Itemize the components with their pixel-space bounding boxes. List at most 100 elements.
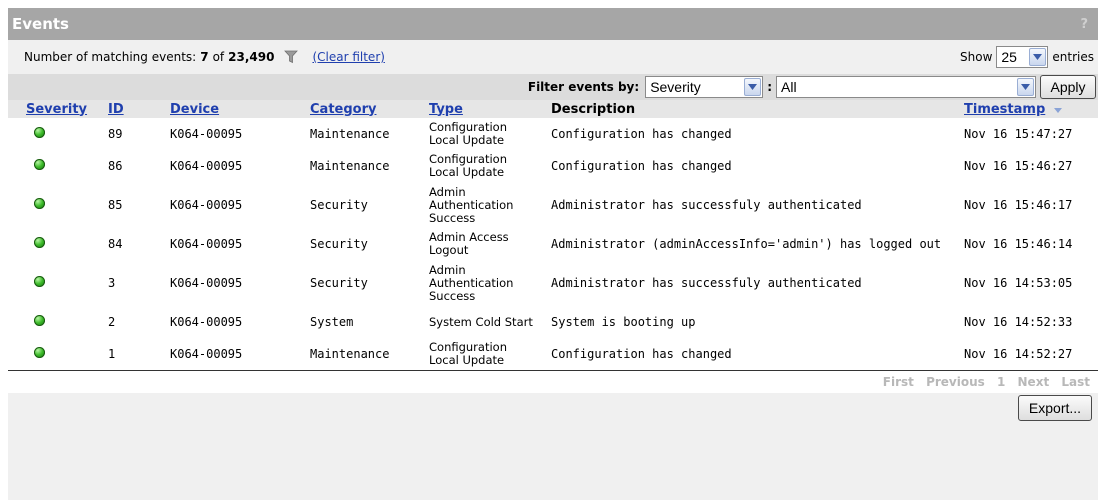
severity-cell (8, 306, 108, 338)
severity-cell (8, 338, 108, 370)
type-cell: Configuration Local Update (429, 338, 551, 370)
description-cell: Configuration has changed (551, 159, 732, 173)
id-cell: 2 (108, 315, 116, 329)
filter-row: Filter events by: Severity : All Apply (8, 74, 1098, 100)
id-cell: 86 (108, 159, 123, 173)
column-header-type[interactable]: Type (429, 100, 551, 118)
severity-cell (8, 228, 108, 260)
events-panel: Events ? Number of matching events: 7 of… (8, 8, 1098, 500)
filter-label: Filter events by: (527, 80, 640, 94)
description-cell: System is booting up (551, 315, 696, 329)
chevron-down-icon[interactable] (1029, 48, 1047, 66)
pager-previous[interactable]: Previous (926, 375, 985, 389)
type-cell: Configuration Local Update (429, 150, 551, 182)
device-cell: K064-00095 (170, 159, 243, 173)
column-header-id[interactable]: ID (108, 100, 170, 118)
matching-of: of (212, 50, 225, 64)
id-cell: 3 (108, 276, 116, 290)
severity-ok-icon (34, 276, 45, 287)
device-cell: K064-00095 (170, 198, 243, 212)
severity-ok-icon (34, 315, 45, 326)
type-text: Configuration Local Update (429, 340, 507, 367)
type-cell: Admin Access Logout (429, 228, 551, 260)
timestamp-cell: Nov 16 15:46:27 (964, 159, 1073, 173)
table-row[interactable]: 89 K064-00095 Maintenance Configuration Loc… (8, 118, 1098, 150)
chevron-down-icon[interactable] (744, 78, 762, 96)
severity-cell (8, 260, 108, 306)
pagination: First Previous 1 Next Last (8, 371, 1098, 393)
pager-first[interactable]: First (883, 375, 914, 389)
filter-colon: : (767, 80, 772, 94)
type-cell: Configuration Local Update (429, 118, 551, 150)
id-cell: 84 (108, 237, 123, 251)
device-cell: K064-00095 (170, 276, 243, 290)
category-cell: Security (310, 198, 368, 212)
table-row[interactable]: 3 K064-00095 Security Admin Authentication … (8, 260, 1098, 306)
column-header-severity[interactable]: Severity (8, 100, 108, 118)
table-header-row: Severity ID Device Category Type Descrip… (8, 100, 1098, 118)
severity-ok-icon (34, 347, 45, 358)
type-text: Admin Authentication Success (429, 184, 514, 225)
clear-filter-link[interactable]: (Clear filter) (312, 50, 384, 64)
entries-suffix: entries (1052, 50, 1094, 64)
id-cell: 89 (108, 127, 123, 141)
filter-field-select[interactable]: Severity (645, 76, 764, 98)
filter-field-value: Severity (650, 79, 701, 95)
column-header-category[interactable]: Category (310, 100, 429, 118)
category-cell: Maintenance (310, 159, 390, 173)
severity-ok-icon (34, 198, 45, 209)
table-row[interactable]: 1 K064-00095 Maintenance Configuration Loca… (8, 338, 1098, 370)
severity-ok-icon (34, 159, 45, 170)
type-text: System Cold Start (429, 314, 533, 329)
type-text: Configuration Local Update (429, 120, 507, 147)
table-row[interactable]: 2 K064-00095 System System Cold Start System… (8, 306, 1098, 338)
description-cell: Administrator (adminAccessInfo='admin') … (551, 237, 942, 251)
status-row: Number of matching events: 7 of 23,490 (… (8, 40, 1098, 74)
severity-ok-icon (34, 237, 45, 248)
apply-button[interactable]: Apply (1040, 75, 1096, 99)
table-row[interactable]: 85 K064-00095 Security Admin Authentication… (8, 182, 1098, 228)
matching-count: Number of matching events: 7 of 23,490 (… (24, 50, 385, 64)
type-text: Admin Access Logout (429, 230, 509, 257)
timestamp-cell: Nov 16 14:53:05 (964, 276, 1073, 290)
matching-count-value: 7 (200, 50, 209, 64)
filter-value-select[interactable]: All (776, 76, 1036, 98)
column-header-timestamp[interactable]: Timestamp (964, 100, 1098, 118)
total-count-value: 23,490 (228, 50, 275, 64)
column-header-device[interactable]: Device (170, 100, 310, 118)
severity-ok-icon (34, 127, 45, 138)
entries-per-page-value: 25 (1001, 49, 1017, 65)
timestamp-cell: Nov 16 15:46:14 (964, 237, 1073, 251)
chevron-down-icon[interactable] (1017, 78, 1034, 96)
timestamp-header-label[interactable]: Timestamp (964, 102, 1045, 117)
device-cell: K064-00095 (170, 347, 243, 361)
description-cell: Administrator has successfuly authentica… (551, 198, 862, 212)
description-cell: Configuration has changed (551, 127, 732, 141)
show-label: Show (960, 50, 993, 64)
table-row[interactable]: 84 K064-00095 Security Admin Access Logout A… (8, 228, 1098, 260)
show-entries: Show 25 entries (960, 46, 1094, 68)
type-cell: System Cold Start (429, 306, 551, 338)
export-button[interactable]: Export... (1018, 395, 1092, 421)
events-table: Severity ID Device Category Type Descrip… (8, 100, 1098, 370)
table-row[interactable]: 86 K064-00095 Maintenance Configuration Loc… (8, 150, 1098, 182)
severity-cell (8, 118, 108, 150)
severity-cell (8, 182, 108, 228)
sort-descending-icon[interactable] (1053, 102, 1062, 117)
help-icon[interactable]: ? (1080, 17, 1088, 32)
category-cell: Maintenance (310, 347, 390, 361)
export-bar: Export... (8, 393, 1098, 423)
category-cell: System (310, 315, 354, 329)
filter-funnel-icon (284, 50, 299, 64)
pager-last[interactable]: Last (1061, 375, 1090, 389)
panel-title: Events (12, 15, 69, 33)
pager-page[interactable]: 1 (997, 375, 1005, 389)
filter-value-text: All (781, 79, 797, 95)
pager-next[interactable]: Next (1018, 375, 1050, 389)
timestamp-cell: Nov 16 15:46:17 (964, 198, 1073, 212)
type-text: Configuration Local Update (429, 152, 507, 179)
description-cell: Administrator has successfuly authentica… (551, 276, 862, 290)
type-text: Admin Authentication Success (429, 262, 514, 303)
entries-per-page-select[interactable]: 25 (996, 46, 1049, 68)
timestamp-cell: Nov 16 14:52:27 (964, 347, 1073, 361)
